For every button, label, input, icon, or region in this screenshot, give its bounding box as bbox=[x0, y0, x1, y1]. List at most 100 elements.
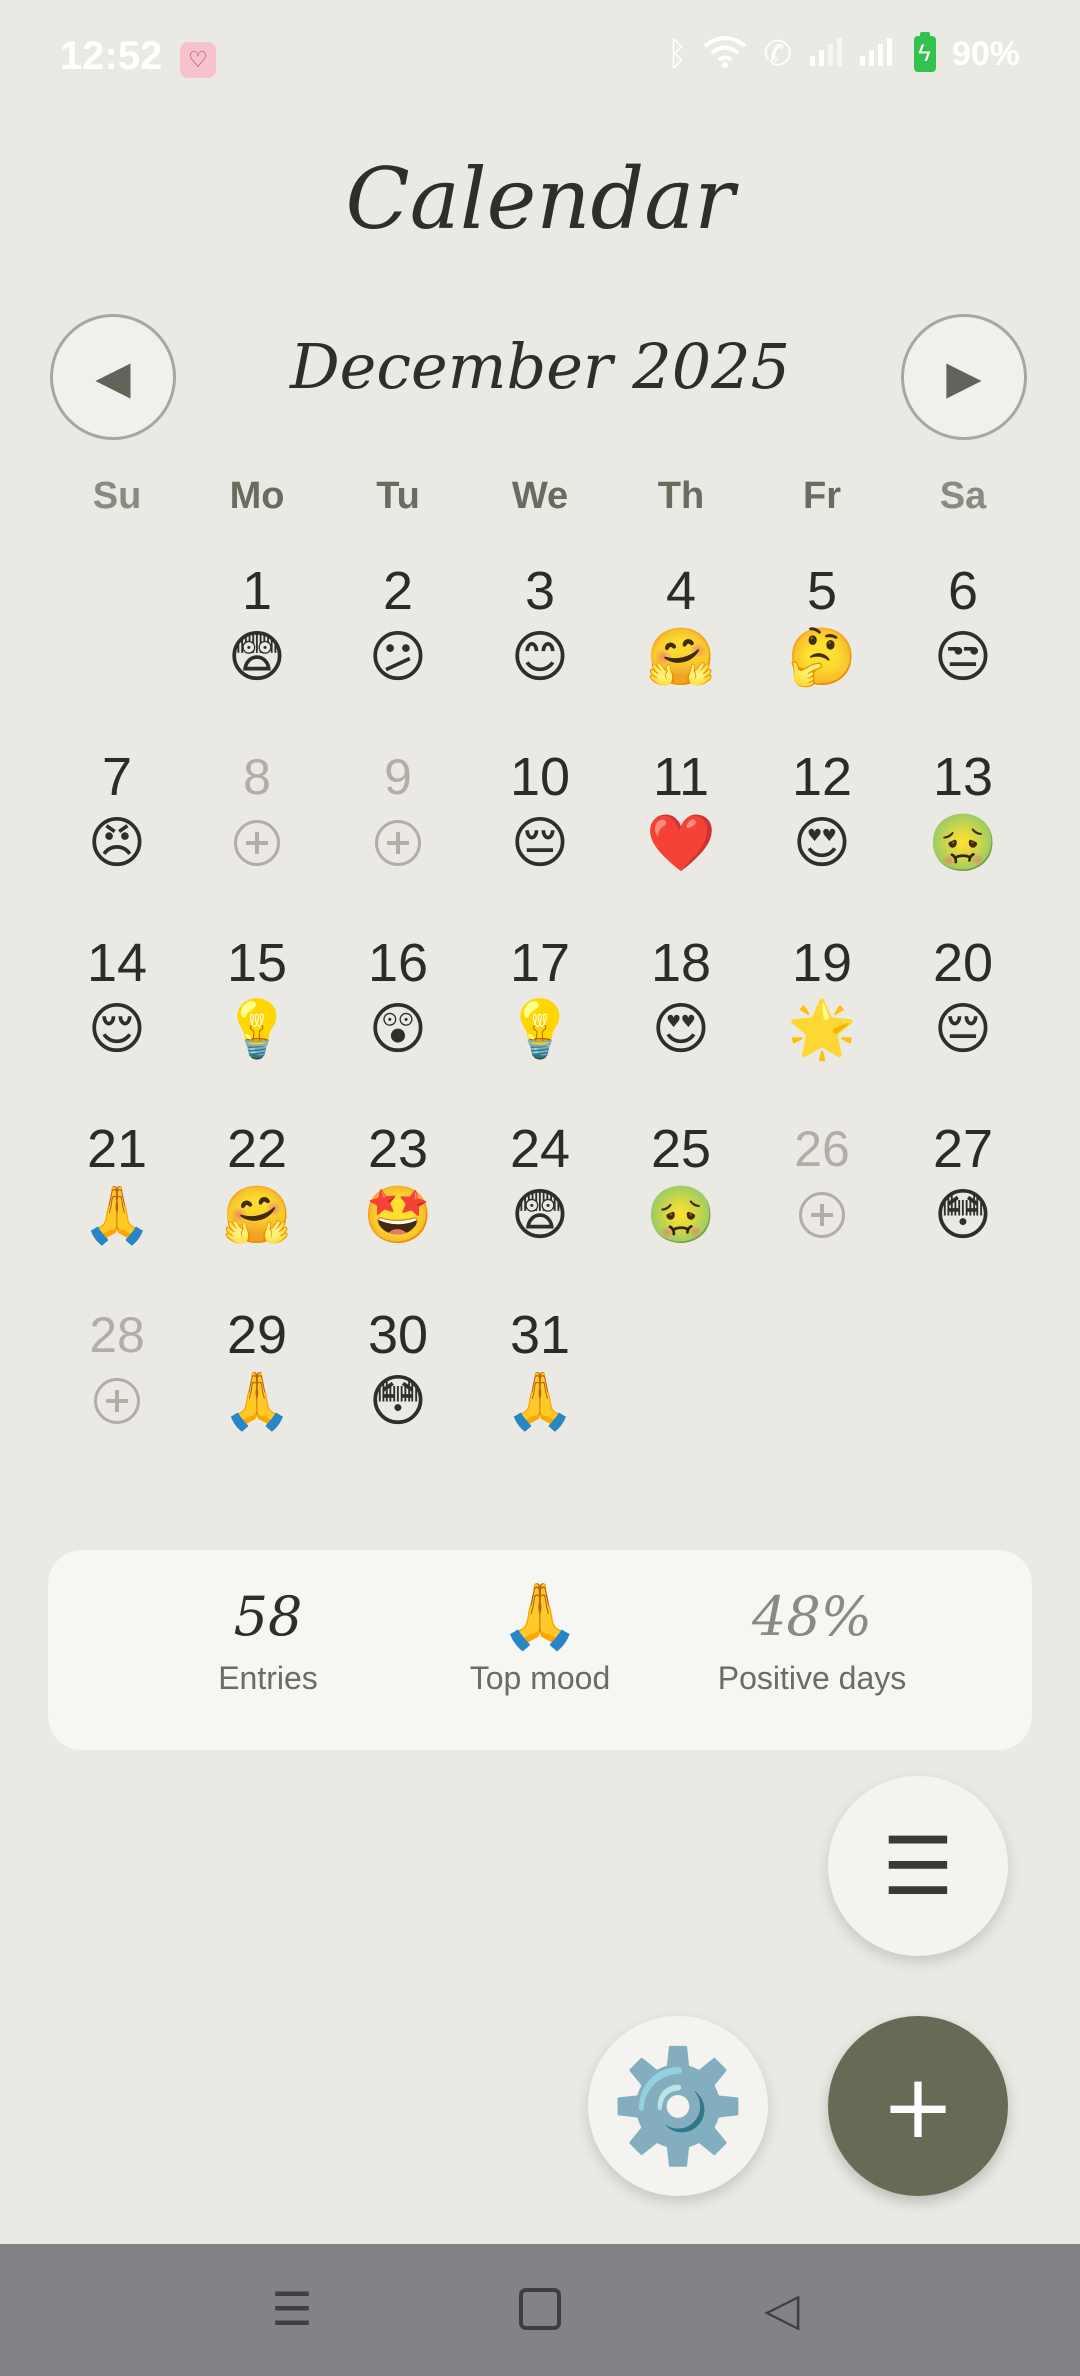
calendar-day[interactable]: 30 😳 bbox=[333, 1304, 463, 1474]
day-number: 15 bbox=[226, 933, 288, 993]
triangle-right-icon: ▶ bbox=[946, 350, 982, 404]
day-number: 26 bbox=[794, 1121, 850, 1177]
day-number: 9 bbox=[384, 749, 412, 805]
entries-value: 58 bbox=[233, 1585, 303, 1648]
weekday-label: We bbox=[511, 475, 569, 517]
back-button[interactable]: ◁ bbox=[752, 2282, 812, 2336]
day-number: 17 bbox=[509, 933, 571, 993]
mood-emoji: 🤔 bbox=[787, 625, 857, 690]
positive-days-value: 48% bbox=[751, 1585, 873, 1648]
recent-apps-button[interactable]: ☰ bbox=[262, 2282, 322, 2336]
calendar-day[interactable]: 29 🙏 bbox=[192, 1304, 322, 1474]
mood-emoji: ❤️ bbox=[646, 811, 716, 876]
calendar-day[interactable]: 6 😒 bbox=[898, 560, 1028, 730]
calendar-day[interactable]: 15 💡 bbox=[192, 932, 322, 1102]
add-circle-icon bbox=[234, 820, 280, 866]
calendar-day[interactable]: 31 🙏 bbox=[475, 1304, 605, 1474]
day-number: 29 bbox=[226, 1305, 288, 1365]
positive-days-label: Positive days bbox=[717, 1660, 907, 1696]
month-label: December 2025 bbox=[289, 330, 791, 403]
mood-emoji: 🙏 bbox=[222, 1369, 292, 1434]
next-month-button[interactable]: ▶ bbox=[901, 314, 1027, 440]
day-number: 22 bbox=[226, 1119, 288, 1179]
calendar-day[interactable]: 26 bbox=[757, 1118, 887, 1288]
battery-charging-icon: ϟ bbox=[913, 32, 936, 72]
add-circle-icon bbox=[94, 1378, 140, 1424]
mood-emoji: 😒 bbox=[933, 625, 993, 690]
add-entry-button[interactable]: + bbox=[828, 2016, 1008, 2196]
weekday-label: Tu bbox=[376, 475, 420, 517]
calendar-day[interactable]: 11 ❤️ bbox=[616, 746, 746, 916]
add-circle-icon bbox=[799, 1192, 845, 1238]
day-number: 31 bbox=[509, 1305, 571, 1365]
mood-emoji: 🌟 bbox=[787, 997, 857, 1062]
calendar-day[interactable]: 17 💡 bbox=[475, 932, 605, 1102]
wifi-icon bbox=[703, 34, 747, 74]
day-number: 4 bbox=[665, 561, 697, 621]
calendar-day[interactable]: 25 🤢 bbox=[616, 1118, 746, 1288]
stat-positive-days: 48% Positive days bbox=[662, 1580, 962, 1697]
mood-emoji: 😔 bbox=[510, 811, 570, 876]
calendar-day[interactable]: 9 bbox=[333, 746, 463, 916]
triangle-left-icon: ◀ bbox=[95, 350, 131, 404]
mood-emoji: 🙏 bbox=[82, 1183, 152, 1248]
calendar-day[interactable]: 1 😨 bbox=[192, 560, 322, 730]
battery-percent: 90% bbox=[951, 34, 1020, 73]
calendar-day[interactable]: 10 😔 bbox=[475, 746, 605, 916]
mood-emoji: 😨 bbox=[227, 625, 287, 690]
bluetooth-icon: ᛒ bbox=[667, 35, 688, 73]
plus-icon: + bbox=[881, 2054, 955, 2158]
calendar-day[interactable]: 28 bbox=[52, 1304, 182, 1474]
calendar-day[interactable]: 7 😠 bbox=[52, 746, 182, 916]
home-square-icon bbox=[519, 2288, 561, 2330]
back-triangle-icon: ◁ bbox=[764, 2282, 800, 2336]
calendar-day[interactable]: 3 😊 bbox=[475, 560, 605, 730]
day-number: 11 bbox=[652, 747, 710, 807]
day-number: 21 bbox=[86, 1119, 148, 1179]
day-number: 16 bbox=[367, 933, 429, 993]
signal-icon bbox=[808, 36, 842, 72]
day-number: 23 bbox=[367, 1119, 429, 1179]
weekday-label: Mo bbox=[229, 475, 285, 517]
mood-emoji: 😌 bbox=[87, 997, 147, 1062]
mood-emoji: 🙏 bbox=[505, 1369, 575, 1434]
weekday-label: Th bbox=[657, 475, 705, 517]
app-notification-icon: ♡ bbox=[180, 42, 216, 78]
entries-label: Entries bbox=[218, 1660, 318, 1696]
calendar-day[interactable]: 23 🤩 bbox=[333, 1118, 463, 1288]
calendar-day[interactable]: 24 😨 bbox=[475, 1118, 605, 1288]
calendar-day[interactable]: 16 😲 bbox=[333, 932, 463, 1102]
calendar-day[interactable]: 13 🤢 bbox=[898, 746, 1028, 916]
home-button[interactable] bbox=[510, 2284, 570, 2334]
day-number: 14 bbox=[86, 933, 148, 993]
mood-emoji: 😳 bbox=[368, 1369, 428, 1434]
mood-emoji: 🤢 bbox=[646, 1183, 716, 1248]
status-bar: 12:52 ♡ ᛒ ✆ ϟ 90% bbox=[0, 0, 1080, 120]
calendar-day[interactable]: 5 🤔 bbox=[757, 560, 887, 730]
calendar-day[interactable]: 22 🤗 bbox=[192, 1118, 322, 1288]
day-number: 3 bbox=[524, 561, 556, 621]
mood-emoji: 🤩 bbox=[363, 1183, 433, 1248]
calendar-day[interactable]: 18 😍 bbox=[616, 932, 746, 1102]
calendar-day[interactable]: 8 bbox=[192, 746, 322, 916]
day-number: 6 bbox=[947, 561, 979, 621]
mood-emoji: 🤢 bbox=[928, 811, 998, 876]
weekday-header: Su Mo Tu We Th Fr Sa bbox=[0, 475, 1080, 535]
calendar-day[interactable]: 12 😍 bbox=[757, 746, 887, 916]
calendar-day[interactable]: 4 🤗 bbox=[616, 560, 746, 730]
day-number: 7 bbox=[101, 747, 133, 807]
stat-top-mood: 🙏 Top mood bbox=[390, 1580, 690, 1697]
menu-button[interactable]: ☰ bbox=[828, 1776, 1008, 1956]
calendar-day[interactable]: 19 🌟 bbox=[757, 932, 887, 1102]
hamburger-icon: ☰ bbox=[882, 1819, 954, 1913]
calendar-day[interactable]: 14 😌 bbox=[52, 932, 182, 1102]
mood-emoji: 💡 bbox=[222, 997, 292, 1062]
settings-button[interactable]: ⚙️ bbox=[588, 2016, 768, 2196]
system-navigation-bar: ☰ ◁ bbox=[0, 2244, 1080, 2376]
calendar-day[interactable]: 2 😕 bbox=[333, 560, 463, 730]
calendar-day[interactable]: 20 😔 bbox=[898, 932, 1028, 1102]
calendar-day[interactable]: 27 😳 bbox=[898, 1118, 1028, 1288]
previous-month-button[interactable]: ◀ bbox=[50, 314, 176, 440]
signal-icon bbox=[858, 36, 898, 72]
calendar-day[interactable]: 21 🙏 bbox=[52, 1118, 182, 1288]
